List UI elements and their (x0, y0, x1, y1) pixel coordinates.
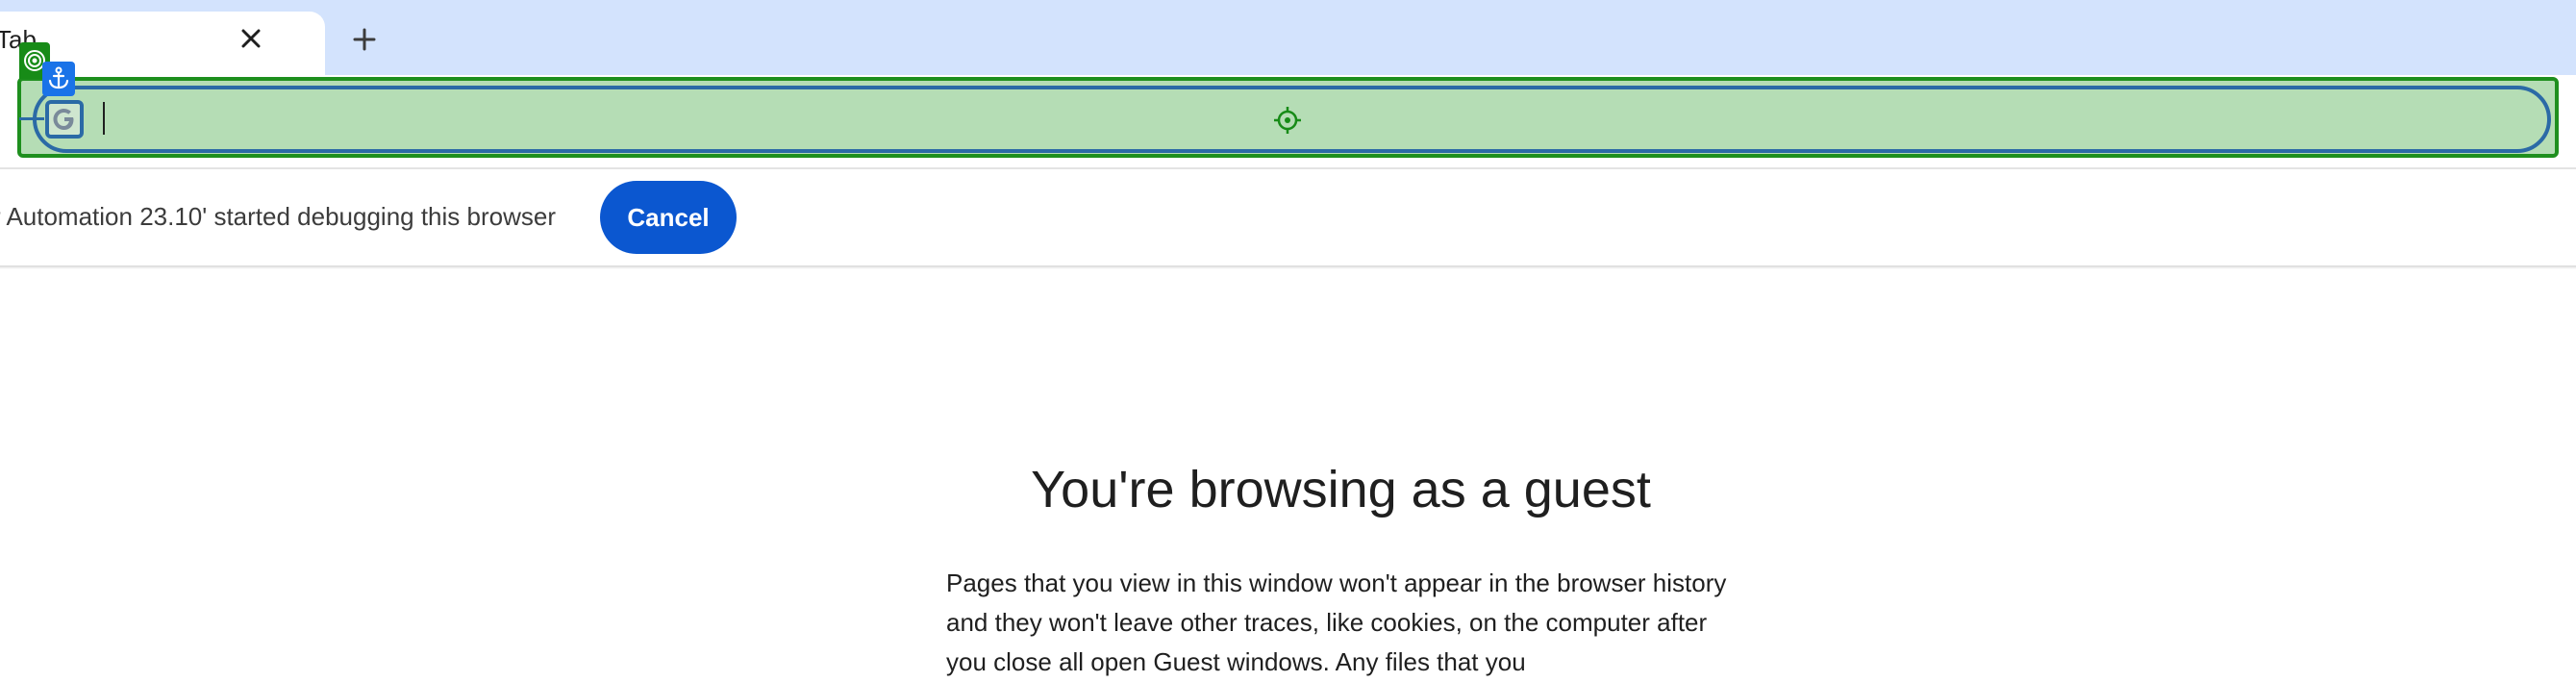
page-title: You're browsing as a guest (1031, 461, 1651, 518)
google-g-icon[interactable] (45, 100, 84, 139)
infobar-message: r Automation 23.10' started debugging th… (0, 202, 556, 231)
text-cursor (103, 102, 105, 135)
guest-description: Pages that you view in this window won't… (946, 568, 1727, 676)
close-icon[interactable] (234, 21, 268, 56)
marker-connector (19, 117, 44, 120)
plus-icon (353, 28, 376, 51)
crosshair-icon (1274, 107, 1301, 134)
anchor-icon (42, 62, 75, 96)
cancel-button[interactable]: Cancel (600, 181, 737, 254)
new-tab-button[interactable] (344, 19, 385, 60)
tab-strip: Tab (0, 0, 2576, 75)
infobar-shadow (0, 265, 2576, 269)
